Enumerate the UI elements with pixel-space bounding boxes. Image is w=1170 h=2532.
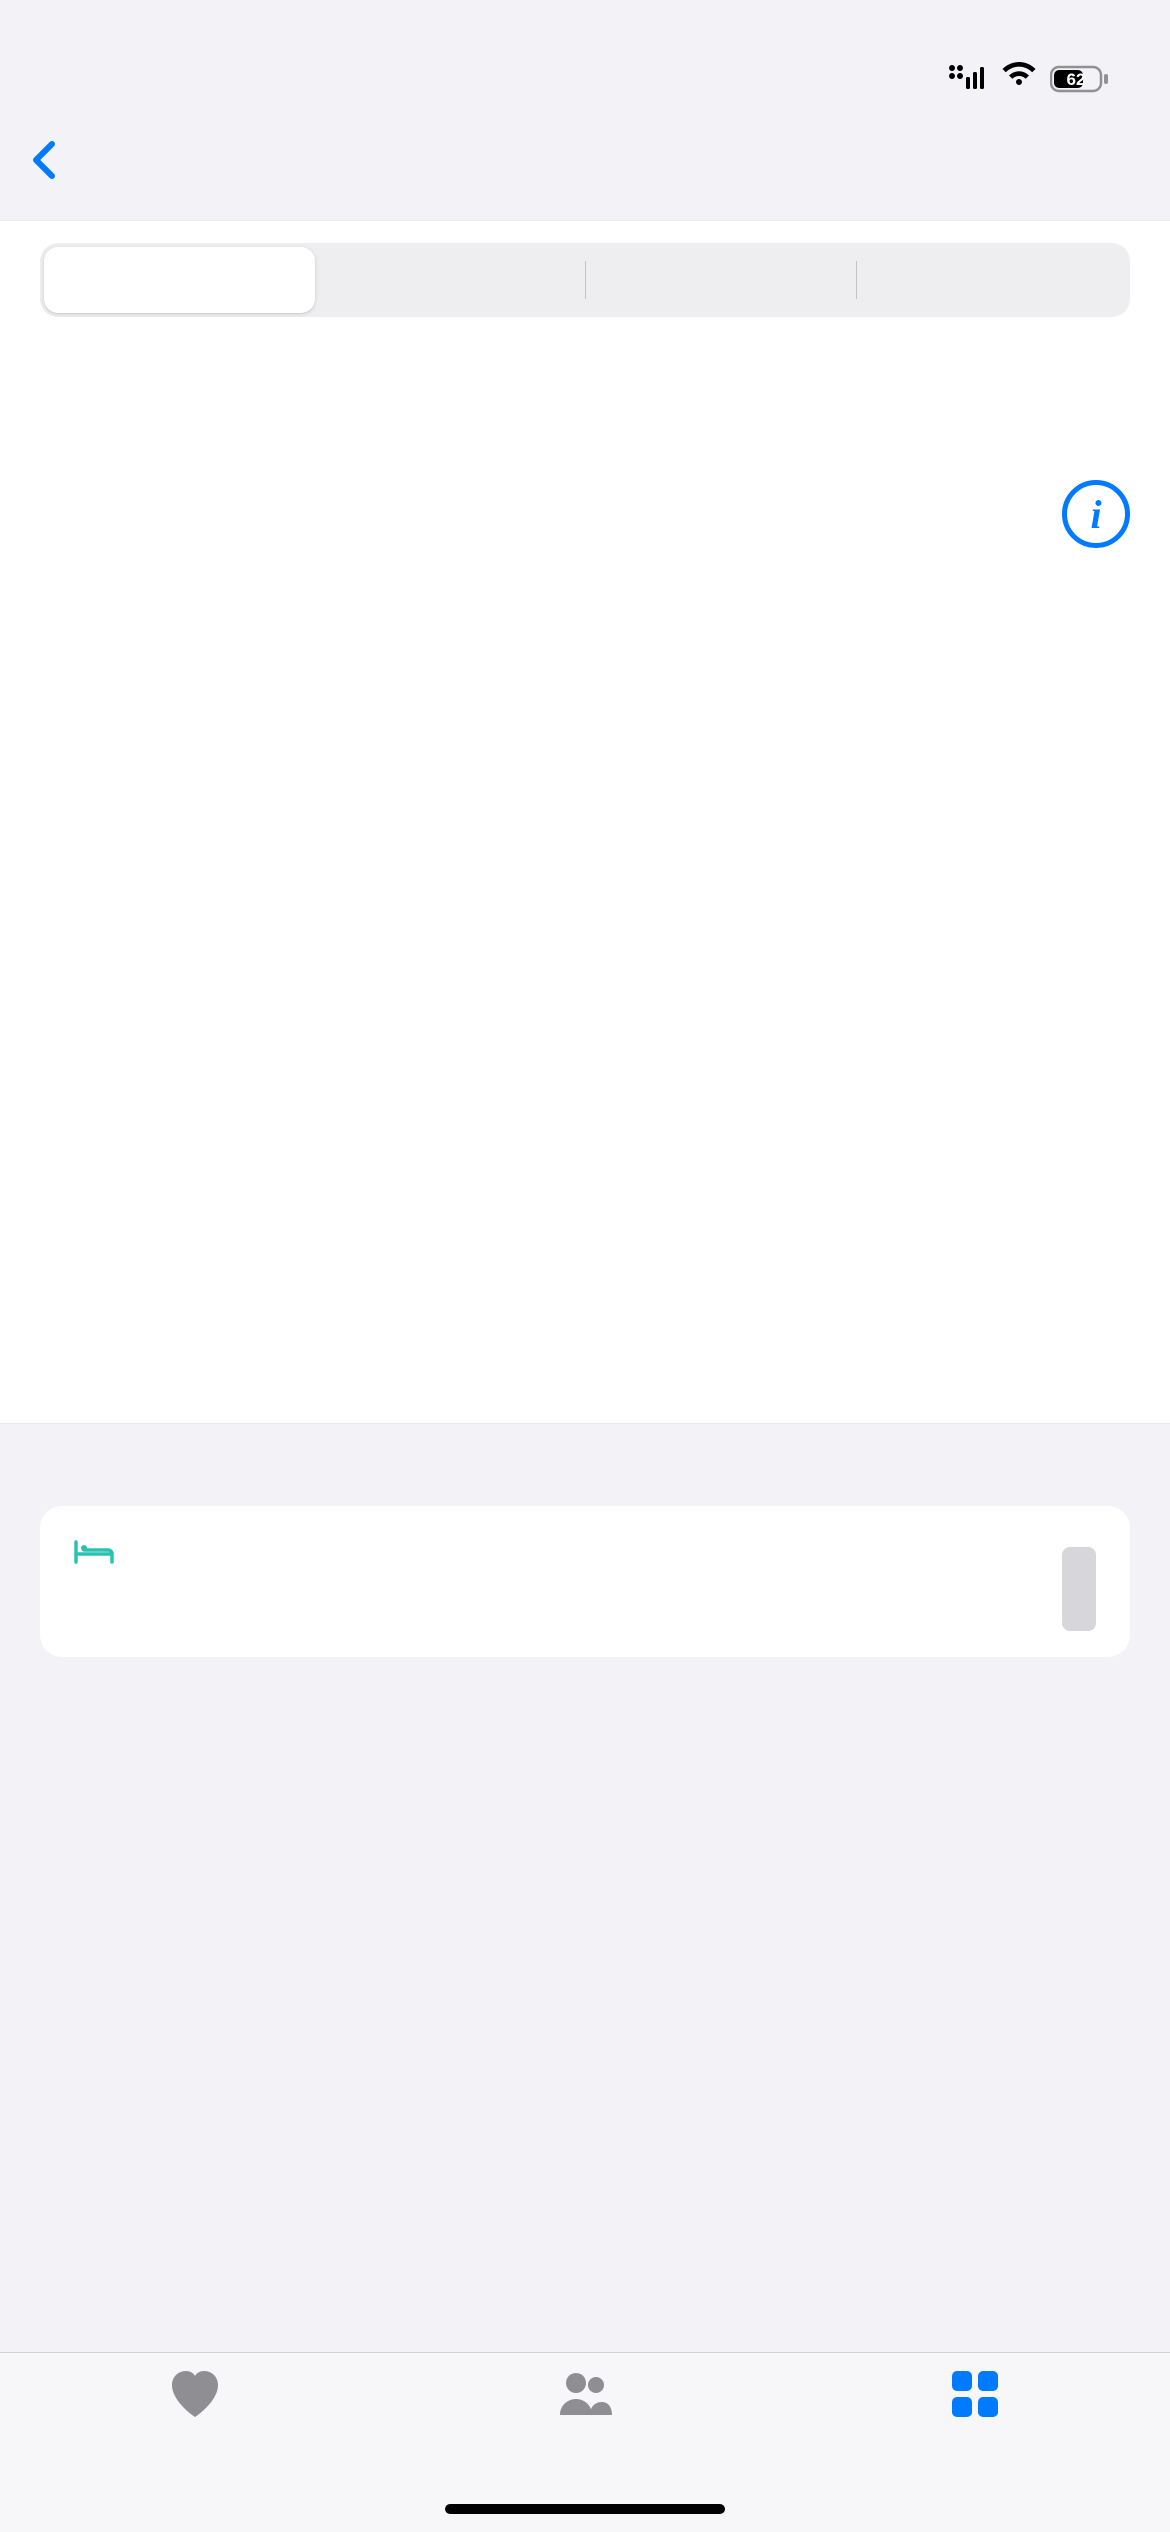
stat-date: [0, 353, 1170, 359]
bed-icon: [74, 1536, 114, 1575]
tab-summary[interactable]: [0, 2367, 390, 2427]
segment-week[interactable]: [315, 247, 586, 313]
battery-icon: 62: [1050, 65, 1110, 93]
nav-header: [0, 110, 1170, 220]
x-axis-ticks: [40, 1265, 1130, 1309]
home-indicator[interactable]: [445, 2504, 725, 2514]
status-bar: 62: [0, 0, 1170, 110]
sleep-stages-chart[interactable]: [40, 379, 1130, 1309]
segment-month[interactable]: [585, 247, 856, 313]
show-more-sleep-data[interactable]: [0, 1309, 1170, 1383]
stats-row: [0, 317, 1170, 353]
wifi-icon: [1000, 59, 1038, 98]
grid-icon: [946, 2367, 1004, 2421]
chart-svg: [40, 379, 1130, 1259]
range-segmented-control: [40, 243, 1130, 317]
stat-time-in-bed: [40, 347, 585, 353]
svg-text:62: 62: [1067, 70, 1086, 89]
heart-icon: [166, 2367, 224, 2421]
people-icon: [556, 2367, 614, 2421]
chevron-left-icon: [30, 140, 56, 190]
tab-browse[interactable]: [780, 2367, 1170, 2427]
tab-sharing[interactable]: [390, 2367, 780, 2427]
segment-day[interactable]: [44, 247, 315, 313]
highlight-card-sleep[interactable]: [40, 1506, 1130, 1657]
segment-6month[interactable]: [856, 247, 1127, 313]
highlight-mini-bar: [1062, 1547, 1096, 1631]
stat-time-asleep: [585, 347, 1130, 353]
cellular-icon: [948, 59, 988, 98]
main-content: i: [0, 220, 1170, 1424]
back-button[interactable]: [30, 140, 62, 190]
highlights-section: [0, 1424, 1170, 1657]
